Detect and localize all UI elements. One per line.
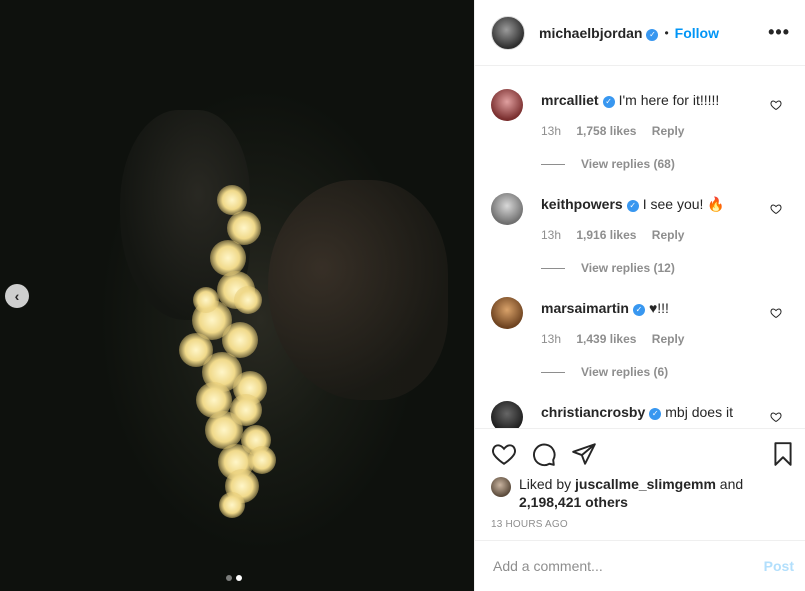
- comment-like-heart-icon[interactable]: [770, 99, 782, 111]
- author-username-text[interactable]: michaelbjordan: [539, 25, 642, 41]
- comment-like-heart-icon[interactable]: [770, 203, 782, 215]
- commenter-avatar[interactable]: [491, 193, 523, 225]
- commenter-username[interactable]: keithpowers: [541, 196, 623, 212]
- follow-button[interactable]: Follow: [675, 25, 719, 41]
- post-actions: Liked by juscallme_slimgemm and 2,198,42…: [475, 428, 805, 541]
- view-replies-label: View replies (6): [581, 365, 669, 379]
- bokeh-light: [234, 286, 262, 314]
- bokeh-light: [219, 492, 245, 518]
- comment-text: ♥!!!: [648, 300, 669, 316]
- post-timestamp[interactable]: 13 HOURS AGO: [491, 519, 568, 530]
- post-header: michaelbjordan ✓ • Follow •••: [475, 0, 805, 66]
- view-replies-label: View replies (12): [581, 261, 675, 275]
- commenter-username[interactable]: mrcalliet: [541, 92, 599, 108]
- liked-by-text: Liked by juscallme_slimgemm and 2,198,42…: [519, 475, 743, 511]
- commenter-username[interactable]: marsaimartin: [541, 300, 629, 316]
- comment-meta: 13h 1,758 likes Reply: [541, 124, 696, 138]
- reply-button[interactable]: Reply: [652, 228, 685, 242]
- post-side-panel: michaelbjordan ✓ • Follow ••• mrcalliet ✓ I…: [474, 0, 805, 591]
- view-replies-button[interactable]: View replies (12): [541, 261, 675, 275]
- likes-count-link[interactable]: 2,198,421 others: [519, 494, 628, 510]
- commenter-avatar[interactable]: [491, 89, 523, 121]
- comment-item: christiancrosby ✓ mbj does it: [475, 379, 805, 428]
- verified-badge-icon: ✓: [626, 200, 639, 212]
- more-options-icon[interactable]: •••: [768, 22, 790, 43]
- comment-meta: 13h 1,439 likes Reply: [541, 332, 696, 346]
- comment-text: mbj does it: [665, 404, 733, 420]
- verified-badge-icon: ✓: [649, 408, 662, 420]
- bokeh-light: [248, 446, 276, 474]
- liked-by-and: and: [719, 476, 744, 492]
- reply-button[interactable]: Reply: [652, 332, 685, 346]
- comment-body: marsaimartin ✓ ♥!!!: [541, 300, 669, 316]
- comment-text: I see you! 🔥: [642, 196, 725, 212]
- comment-time[interactable]: 13h: [541, 228, 561, 242]
- replies-divider: [541, 267, 565, 269]
- carousel-dot[interactable]: [226, 575, 232, 581]
- comment-like-heart-icon[interactable]: [770, 411, 782, 423]
- like-heart-icon[interactable]: [491, 441, 517, 467]
- bokeh-light: [193, 287, 219, 313]
- header-separator: •: [664, 25, 669, 40]
- comment-likes[interactable]: 1,439 likes: [576, 332, 636, 346]
- post-comment-button[interactable]: Post: [764, 558, 794, 574]
- commenter-avatar[interactable]: [491, 297, 523, 329]
- share-send-icon[interactable]: [571, 441, 597, 467]
- comment-text: I'm here for it!!!!!: [618, 92, 720, 108]
- comment-time[interactable]: 13h: [541, 332, 561, 346]
- post-photo[interactable]: ‹: [0, 0, 474, 591]
- comment-bubble-icon[interactable]: [531, 441, 557, 467]
- action-icons: [491, 441, 597, 467]
- author-username[interactable]: michaelbjordan ✓: [539, 25, 659, 41]
- comment-time[interactable]: 13h: [541, 124, 561, 138]
- replies-divider: [541, 371, 565, 373]
- liked-by-prefix: Liked by: [519, 476, 572, 492]
- liked-by-username[interactable]: juscallme_slimgemm: [575, 476, 716, 492]
- instagram-post-view: ‹ michaelbjordan ✓ • Follow ••• mrcalliet…: [0, 0, 805, 591]
- add-comment-bar: Post: [475, 540, 805, 591]
- comment-item: mrcalliet ✓ I'm here for it!!!!! 13h 1,758…: [475, 67, 805, 171]
- save-bookmark-button[interactable]: [770, 441, 796, 467]
- replies-divider: [541, 163, 565, 165]
- comment-body: christiancrosby ✓ mbj does it: [541, 404, 733, 420]
- view-replies-label: View replies (68): [581, 157, 675, 171]
- comment-item: marsaimartin ✓ ♥!!! 13h 1,439 likes Reply …: [475, 275, 805, 379]
- carousel-dots: [226, 575, 242, 581]
- carousel-dot-active[interactable]: [236, 575, 242, 581]
- verified-badge-icon: ✓: [602, 96, 615, 108]
- view-replies-button[interactable]: View replies (6): [541, 365, 668, 379]
- commenter-avatar[interactable]: [491, 401, 523, 428]
- carousel-prev-button[interactable]: ‹: [5, 284, 29, 308]
- comments-list[interactable]: mrcalliet ✓ I'm here for it!!!!! 13h 1,758…: [475, 67, 805, 428]
- comment-body: keithpowers ✓ I see you! 🔥: [541, 196, 725, 213]
- verified-badge-icon: ✓: [632, 304, 645, 316]
- comment-meta: 13h 1,916 likes Reply: [541, 228, 696, 242]
- add-comment-input[interactable]: [491, 557, 764, 575]
- comment-item: keithpowers ✓ I see you! 🔥 13h 1,916 likes…: [475, 171, 805, 275]
- bookmark-icon: [774, 442, 792, 466]
- liked-by: Liked by juscallme_slimgemm and 2,198,42…: [491, 475, 743, 511]
- author-avatar[interactable]: [491, 15, 525, 50]
- liked-by-avatar[interactable]: [491, 477, 511, 497]
- comment-like-heart-icon[interactable]: [770, 307, 782, 319]
- view-replies-button[interactable]: View replies (68): [541, 157, 675, 171]
- reply-button[interactable]: Reply: [652, 124, 685, 138]
- comment-likes[interactable]: 1,916 likes: [576, 228, 636, 242]
- chevron-left-icon: ‹: [14, 288, 20, 304]
- photo-subject-right: [268, 180, 448, 400]
- comment-body: mrcalliet ✓ I'm here for it!!!!!: [541, 92, 719, 108]
- verified-badge-icon: ✓: [646, 28, 659, 41]
- commenter-username[interactable]: christiancrosby: [541, 404, 645, 420]
- comment-likes[interactable]: 1,758 likes: [576, 124, 636, 138]
